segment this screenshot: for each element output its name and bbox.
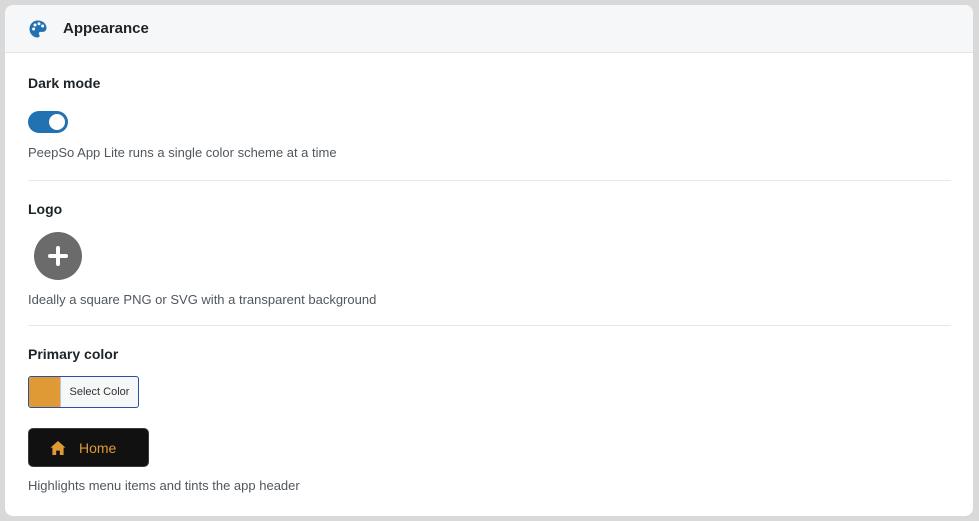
home-icon (50, 440, 66, 456)
primary-color-help: Highlights menu items and tints the app … (28, 478, 300, 493)
logo-title: Logo (28, 201, 63, 217)
home-preview-button: Home (28, 428, 149, 467)
toggle-knob (49, 114, 65, 130)
logo-section: Logo Ideally a square PNG or SVG with a … (28, 181, 951, 326)
panel-header: Appearance (5, 5, 973, 53)
primary-color-title: Primary color (28, 346, 119, 362)
dark-mode-section: Dark mode PeepSo App Lite runs a single … (28, 53, 951, 181)
primary-color-section: Primary color Select Color Home Highligh… (28, 326, 951, 516)
logo-help: Ideally a square PNG or SVG with a trans… (28, 292, 377, 307)
appearance-panel: Appearance Dark mode PeepSo App Lite run… (5, 5, 973, 516)
select-color-button[interactable]: Select Color (28, 376, 139, 408)
dark-mode-title: Dark mode (28, 75, 101, 91)
dark-mode-help: PeepSo App Lite runs a single color sche… (28, 145, 337, 160)
plus-icon (48, 246, 68, 266)
dark-mode-toggle[interactable] (28, 111, 68, 133)
panel-title: Appearance (63, 20, 149, 37)
home-preview-label: Home (79, 439, 117, 456)
add-logo-button[interactable] (34, 232, 82, 280)
palette-icon (28, 19, 48, 39)
select-color-label: Select Color (69, 386, 130, 398)
color-swatch (29, 377, 61, 407)
